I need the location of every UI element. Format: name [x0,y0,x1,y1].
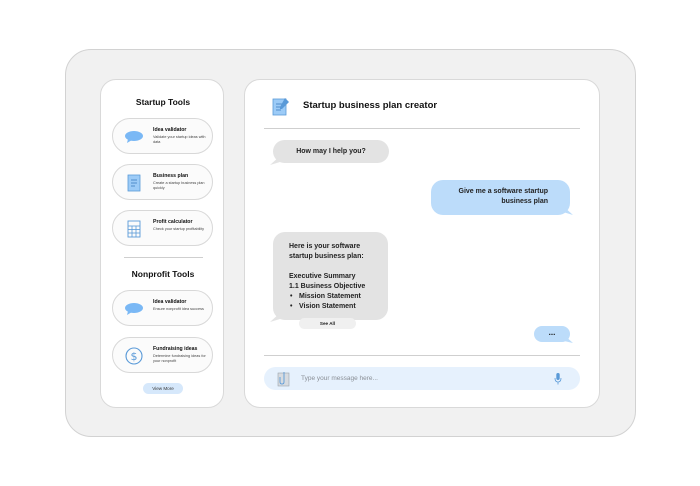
view-more-button[interactable]: View More [143,383,183,394]
response-line: startup business plan: [289,253,364,260]
tool-title: Idea validator [153,299,187,305]
response-bullet: Mission Statement [289,292,382,302]
bot-message-greeting: How may I help you? [273,140,389,163]
see-all-button[interactable]: See All [299,318,356,329]
bubble-tail [270,156,280,165]
sidebar-divider [124,257,203,258]
response-line: Here is your software [289,243,361,250]
tools-sidebar: Startup Tools Idea validator Validate yo… [100,79,224,408]
input-divider [264,355,580,356]
svg-text:$: $ [131,350,138,363]
tool-description: Create a startup business plan quickly [153,181,205,190]
document-icon [127,174,141,192]
bot-response: Here is your software startup business p… [273,232,388,320]
dollar-circle-icon: $ [125,347,143,365]
tool-description: Ensure nonprofit idea success [153,307,204,311]
user-message-line: business plan [501,198,548,205]
response-section: Executive Summary [289,273,356,280]
fundraising-ideas-card[interactable]: $ Fundraising ideas Determine fundraisin… [112,337,213,373]
attach-document-icon[interactable] [277,371,291,387]
tool-description: Check your startup profitability [153,227,205,231]
profit-calculator-card[interactable]: Profit calculator Check your startup pro… [112,210,213,246]
tool-title: Fundraising ideas [153,346,198,352]
tool-title: Profit calculator [153,219,193,225]
bubble-tail [270,313,280,322]
calculator-icon [127,220,141,238]
business-plan-icon [272,98,289,116]
message-input[interactable] [301,372,541,385]
tool-title: Business plan [153,173,189,179]
bubble-tail [563,206,573,215]
tool-description: Validate your startup ideas with data [153,135,206,144]
user-message-line: Give me a software startup [458,188,548,195]
response-bullet: Vision Statement [289,302,382,312]
startup-tools-heading: Startup Tools [135,97,191,107]
nonprofit-idea-validator-card[interactable]: Idea validator Ensure nonprofit idea suc… [112,290,213,326]
nonprofit-tools-heading: Nonprofit Tools [131,269,195,279]
speech-bubble-icon [125,131,143,143]
business-plan-card[interactable]: Business plan Create a startup business … [112,164,213,200]
bubble-tail [564,335,573,343]
tool-title: Idea validator [153,127,187,133]
message-input-bar [264,367,580,390]
chat-title: Startup business plan creator [303,100,438,111]
speech-bubble-icon [125,303,143,315]
response-subsection: 1.1 Business Objective [289,283,366,290]
startup-idea-validator-card[interactable]: Idea validator Validate your startup ide… [112,118,213,154]
tool-description: Determine fundraising ideas for your non… [153,354,206,363]
microphone-icon[interactable] [554,372,562,385]
user-message: Give me a software startup business plan [431,180,570,215]
header-divider [264,128,580,129]
